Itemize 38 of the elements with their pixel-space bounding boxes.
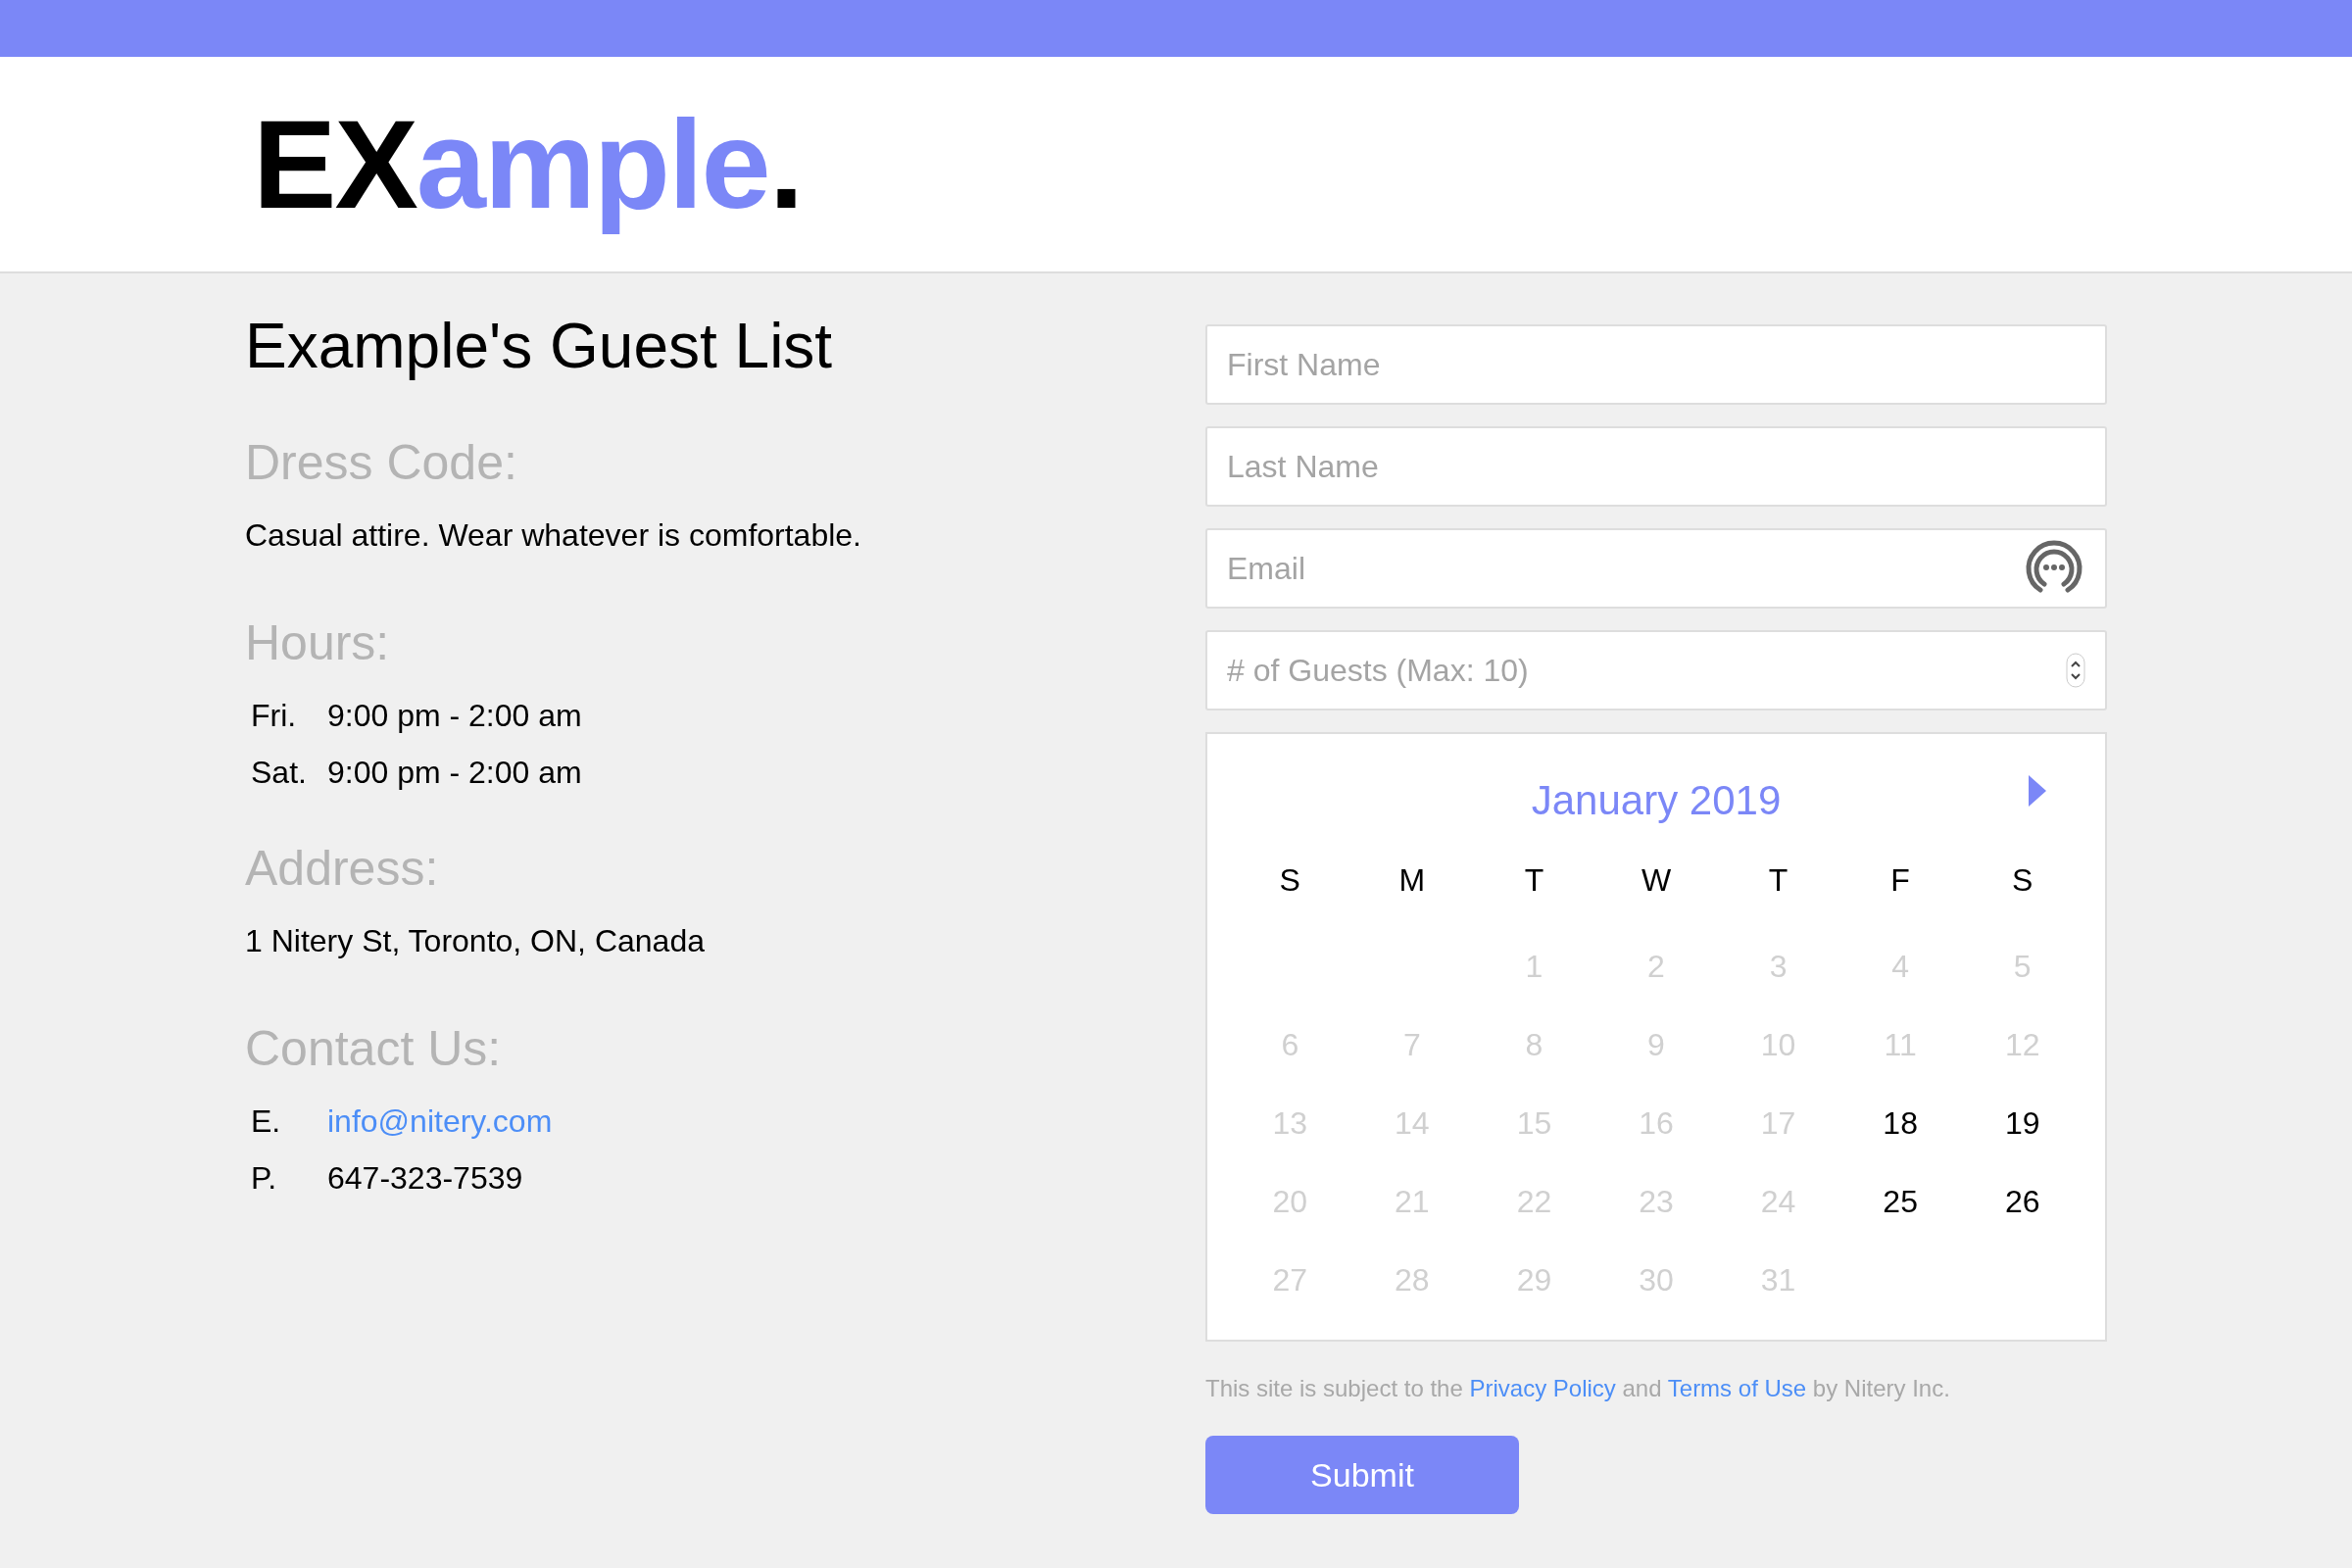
name-field[interactable]: Last Name <box>1205 426 2107 507</box>
calendar-day[interactable]: 18 <box>1838 1084 1962 1162</box>
hours-text: 9:00 pm - 2:00 am <box>327 753 582 792</box>
name-field[interactable]: First Name <box>1205 324 2107 405</box>
email-field[interactable]: Email <box>1205 528 2107 609</box>
phone-text: 647-323-7539 <box>327 1158 523 1198</box>
section-heading: Contact Us: <box>245 1019 503 1078</box>
weekday-label: T <box>1767 861 1789 900</box>
calendar-day[interactable]: 26 <box>1961 1162 2083 1241</box>
day-label: Sat. <box>251 753 308 792</box>
next-month-arrow-icon[interactable] <box>2027 773 2048 808</box>
dress-code-text: Casual attire. Wear whatever is comfortable. <box>245 515 862 555</box>
email-link[interactable]: info@nitery.com <box>327 1097 553 1145</box>
day-label: Fri. <box>251 696 298 735</box>
address-text: 1 Nitery St, Toronto, ON, Canada <box>245 921 706 960</box>
contact-label: P. <box>251 1158 278 1198</box>
month-title: January 2019 <box>1531 776 1782 825</box>
weekday-label: S <box>1278 861 1301 900</box>
calendar-day[interactable]: 19 <box>1961 1084 2083 1162</box>
weekday-label: T <box>1523 861 1545 900</box>
weekday-label: F <box>1889 861 1911 900</box>
submit-button[interactable]: Submit <box>1205 1436 1519 1514</box>
legal-notice: This site is subject to the Privacy Policy and Terms of Use by Nitery Inc. <box>1205 1374 1951 1403</box>
contact-label: E. <box>251 1102 282 1141</box>
hours-text: 9:00 pm - 2:00 am <box>327 696 582 735</box>
page-title: Example's Guest List <box>245 310 834 383</box>
policy-link[interactable]: Privacy Policy <box>1469 1375 1616 1401</box>
spinner-icon[interactable] <box>2066 653 2085 688</box>
section-heading: Address: <box>245 839 440 898</box>
guests-field[interactable]: # of Guests (Max: 10) <box>1205 630 2107 710</box>
logo: EXample. <box>253 92 803 236</box>
weekday-label: M <box>1397 861 1427 900</box>
weekday-label: W <box>1640 861 1673 900</box>
section-heading: Dress Code: <box>245 433 518 492</box>
section-heading: Hours: <box>245 613 391 672</box>
calendar-day[interactable]: 25 <box>1838 1162 1962 1241</box>
weekday-label: S <box>2011 861 2034 900</box>
policy-link[interactable]: Terms of Use <box>1667 1375 1807 1401</box>
